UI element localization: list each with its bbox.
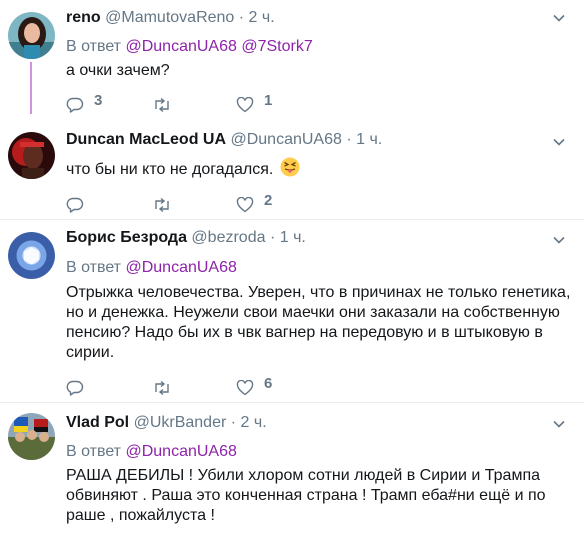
retweet-icon <box>155 97 169 113</box>
tweet-vlad[interactable]: Vlad Pol @UkrBander · 2 ч. В ответ @Dunc… <box>0 403 584 540</box>
squinting-tongue-emoji <box>280 157 300 177</box>
like-count: 1 <box>264 92 273 109</box>
tweet-text: Отрыжка человечества. Уверен, что в прич… <box>66 284 571 361</box>
timestamp[interactable]: 2 ч. <box>241 414 267 431</box>
caret-down-icon[interactable] <box>551 416 567 432</box>
timestamp[interactable]: 1 ч. <box>280 229 306 246</box>
retweet-icon <box>155 197 169 213</box>
reply-context: В ответ @DuncanUA68 @7Stork7 <box>66 37 313 57</box>
tweet-header: Vlad Pol @UkrBander · 2 ч. <box>66 413 267 433</box>
tweet-text: РАША ДЕБИЛЫ ! Убили хлором сотни людей в… <box>66 467 546 524</box>
author-name[interactable]: reno <box>66 9 101 26</box>
tweet-header: Duncan MacLeod UA @DuncanUA68 · 1 ч. <box>66 130 382 150</box>
reply-mentions[interactable]: @DuncanUA68 <box>125 443 236 460</box>
author-handle[interactable]: @bezroda <box>191 229 265 246</box>
author-name[interactable]: Duncan MacLeod UA <box>66 131 226 148</box>
tweet-actions: 6 <box>66 375 366 398</box>
reply-mentions[interactable]: @DuncanUA68 <box>125 259 236 276</box>
avatar[interactable] <box>8 12 55 59</box>
reply-icon <box>66 197 84 213</box>
reply-count: 3 <box>94 92 103 109</box>
avatar[interactable] <box>8 413 55 460</box>
tweet-header: reno @MamutovaReno · 2 ч. <box>66 8 275 28</box>
author-handle[interactable]: @MamutovaReno <box>105 9 234 26</box>
like-count: 6 <box>264 375 273 392</box>
separator-dot: · <box>346 131 352 148</box>
caret-down-icon[interactable] <box>551 232 567 248</box>
tweet-actions: 2 <box>66 192 366 215</box>
author-name[interactable]: Vlad Pol <box>66 414 129 431</box>
caret-down-icon[interactable] <box>551 134 567 150</box>
separator-dot: · <box>230 414 237 431</box>
tweet-reno[interactable]: reno @MamutovaReno · 2 ч. В ответ @Dunca… <box>0 0 584 122</box>
thread-line <box>30 62 32 114</box>
like-count: 2 <box>264 192 273 209</box>
tweet-header: Борис Безрода @bezroda · 1 ч. <box>66 228 306 248</box>
author-handle[interactable]: @UkrBander <box>134 414 227 431</box>
tweet-actions: 3 1 <box>66 92 366 115</box>
tweet-text-line: что бы ни кто не догадался. <box>66 157 571 180</box>
caret-down-icon[interactable] <box>551 10 567 26</box>
like-icon <box>236 380 254 396</box>
tweet-bezroda[interactable]: Борис Безрода @bezroda · 1 ч. В ответ @D… <box>0 220 584 402</box>
retweet-icon <box>155 380 169 396</box>
reply-icon <box>66 380 84 396</box>
reply-icon <box>66 97 84 113</box>
like-icon <box>236 97 254 113</box>
reply-prefix: В ответ <box>66 259 122 276</box>
tweet-text: а очки зачем? <box>66 62 170 79</box>
timestamp[interactable]: 1 ч. <box>356 131 382 148</box>
author-name[interactable]: Борис Безрода <box>66 229 187 246</box>
tweet-text: что бы ни кто не догадался. <box>66 161 274 178</box>
reply-context: В ответ @DuncanUA68 <box>66 442 237 462</box>
reply-prefix: В ответ <box>66 38 122 55</box>
tweet-duncan[interactable]: Duncan MacLeod UA @DuncanUA68 · 1 ч. что… <box>0 122 584 220</box>
reply-prefix: В ответ <box>66 443 122 460</box>
reply-context: В ответ @DuncanUA68 <box>66 258 237 278</box>
timestamp[interactable]: 2 ч. <box>249 9 275 26</box>
avatar[interactable] <box>8 232 55 279</box>
reply-mentions[interactable]: @DuncanUA68 @7Stork7 <box>125 38 312 55</box>
author-handle[interactable]: @DuncanUA68 <box>230 131 341 148</box>
separator-dot: · <box>269 229 276 246</box>
separator-dot: · <box>238 9 245 26</box>
avatar[interactable] <box>8 132 55 179</box>
like-icon <box>236 197 254 213</box>
